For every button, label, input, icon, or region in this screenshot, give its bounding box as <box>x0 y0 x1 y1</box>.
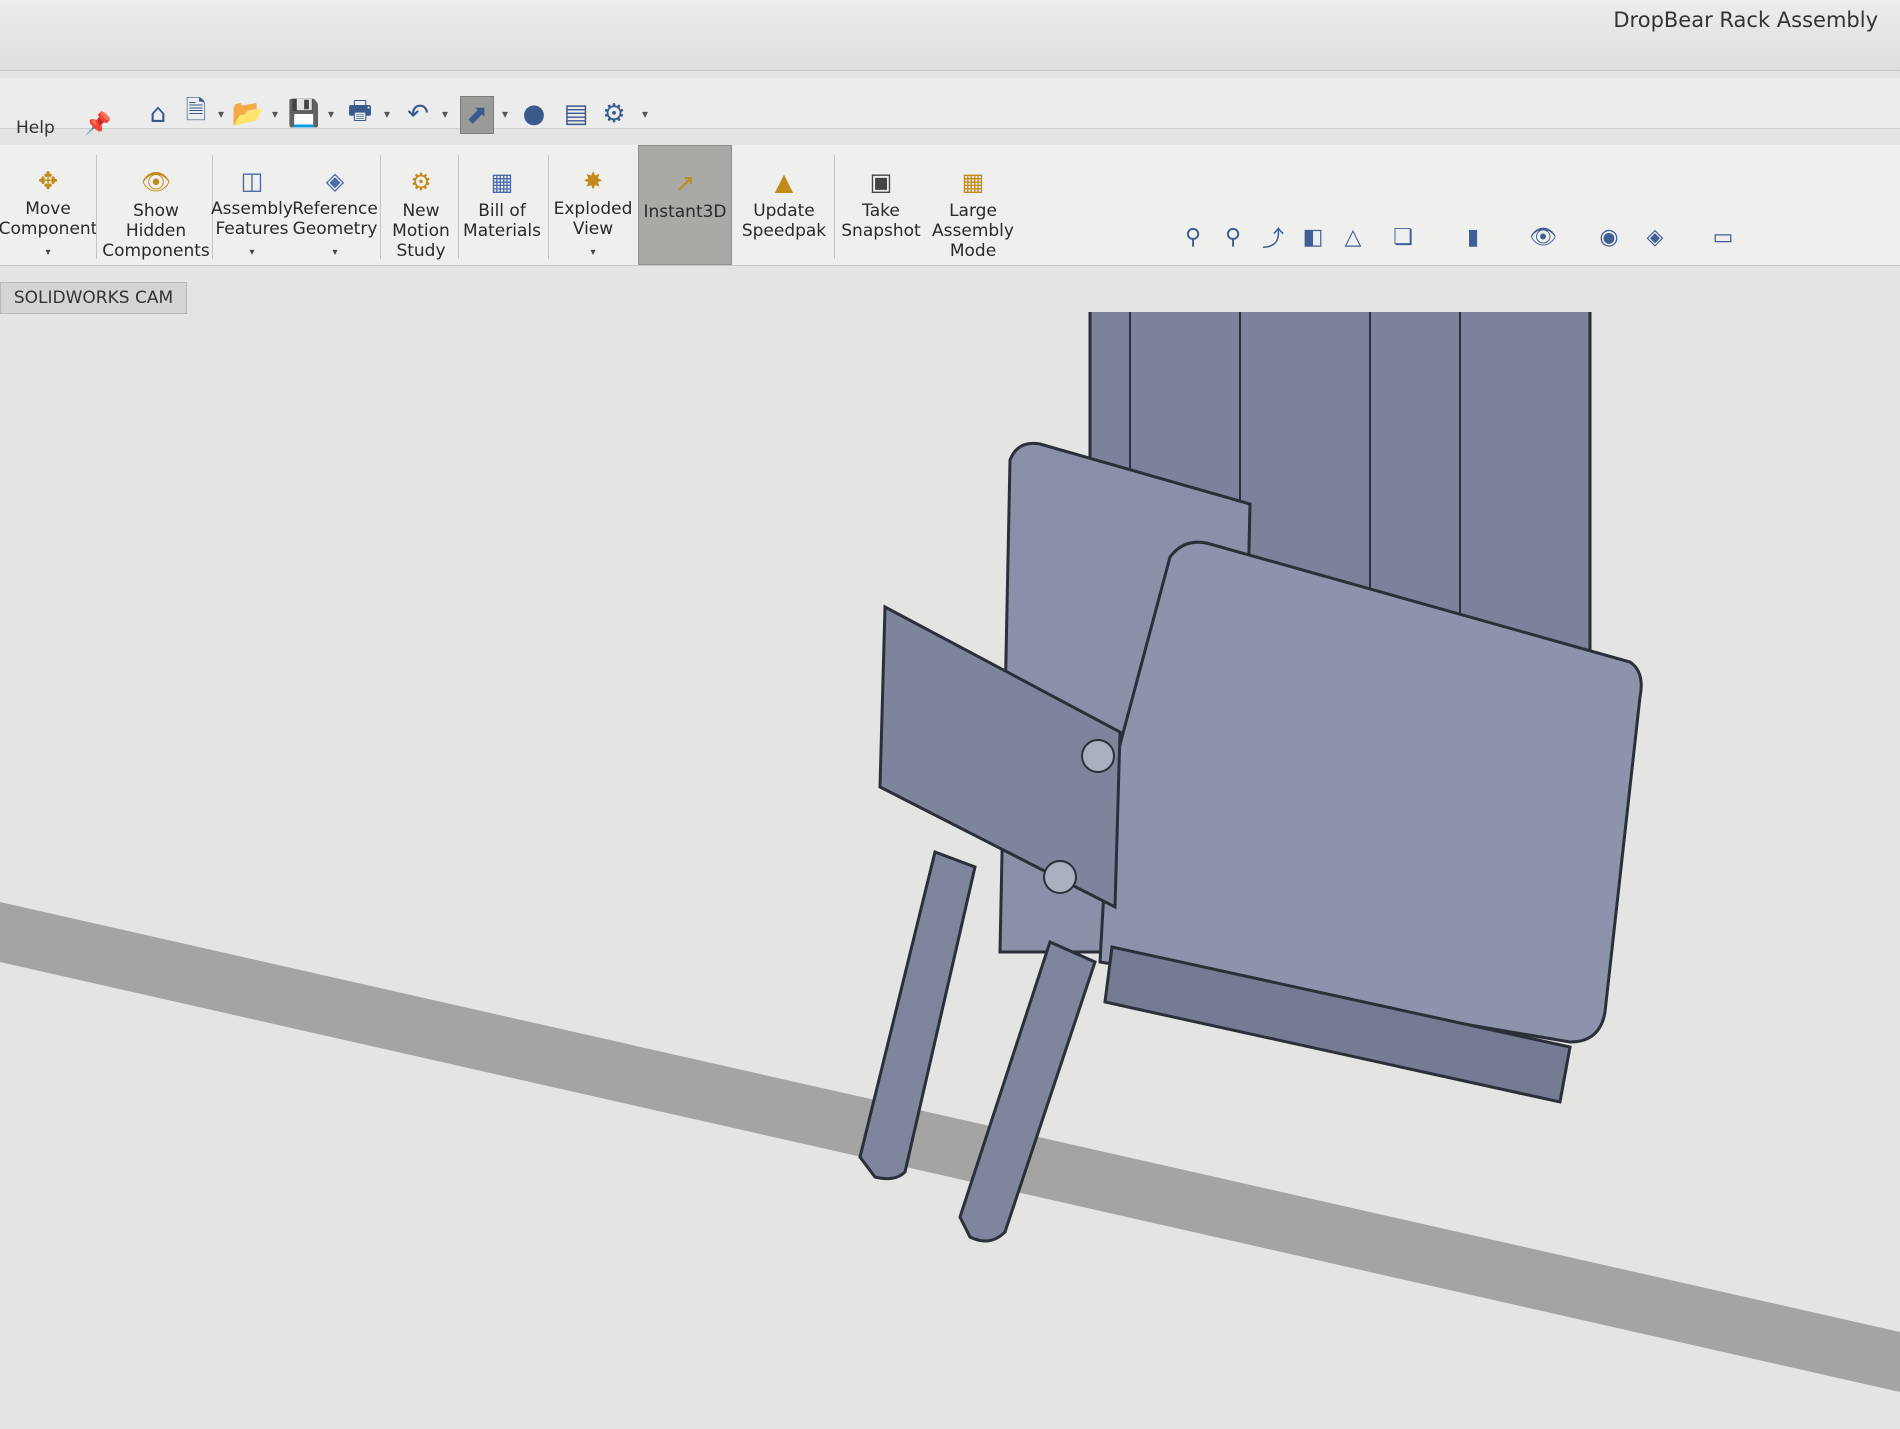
show-hidden-components-button[interactable]: 👁 Show Hidden Components <box>102 145 210 263</box>
section-view-icon[interactable]: ◧ <box>1298 222 1328 252</box>
ribbon-separator <box>548 155 549 259</box>
exploded-view-button[interactable]: ✸ Exploded View ▾ <box>553 145 633 263</box>
view-orientation-icon[interactable]: ❏ <box>1388 222 1418 252</box>
bill-of-materials-label: Bill of Materials <box>463 201 541 241</box>
undo-dropdown-icon[interactable]: ▾ <box>438 96 452 132</box>
zoom-to-fit-icon[interactable]: ⚲ <box>1178 222 1208 252</box>
view-settings-icon[interactable]: ▭ <box>1708 222 1738 252</box>
exploded-view-icon: ✸ <box>582 167 604 195</box>
reference-geometry-button[interactable]: ◈ Reference Geometry ▾ <box>292 145 378 263</box>
options-icon[interactable]: ⚙ <box>598 96 630 132</box>
profile-hole <box>1081 739 1115 773</box>
instant3d-button[interactable]: ↗ Instant3D <box>638 145 732 265</box>
assembly-features-dropdown-icon[interactable]: ▾ <box>249 243 254 263</box>
move-component-button[interactable]: ✥ Move Component ▾ <box>0 145 97 263</box>
ribbon-separator <box>380 155 381 259</box>
take-snapshot-label: Take Snapshot <box>841 201 921 241</box>
large-assembly-mode-button[interactable]: ▦ Large Assembly Mode <box>930 145 1016 263</box>
edit-appearance-icon[interactable]: ◉ <box>1594 222 1624 252</box>
assembly-features-button[interactable]: ◫ Assembly Features ▾ <box>211 145 293 263</box>
move-component-dropdown-icon[interactable]: ▾ <box>45 243 50 263</box>
tab-solidworks-cam[interactable]: SOLIDWORKS CAM <box>0 282 187 314</box>
instant3d-label: Instant3D <box>643 202 727 222</box>
home-icon[interactable]: ⌂ <box>142 96 174 132</box>
ribbon-separator <box>834 155 835 259</box>
move-component-label: Move Component <box>0 199 98 239</box>
show-hidden-icon: 👁 <box>140 168 172 196</box>
hide-show-icon[interactable]: 👁 <box>1528 222 1558 252</box>
update-speedpak-label: Update Speedpak <box>741 201 827 241</box>
new-dropdown-icon[interactable]: ▾ <box>214 96 228 132</box>
zoom-area-icon[interactable]: ⚲ <box>1218 222 1248 252</box>
undo-icon[interactable]: ↶ <box>402 96 434 132</box>
assembly-features-icon: ◫ <box>240 167 264 195</box>
exploded-view-label: Exploded View <box>553 199 633 239</box>
take-snapshot-button[interactable]: ▣ Take Snapshot <box>838 145 924 263</box>
reference-geometry-icon: ◈ <box>325 167 345 195</box>
show-hidden-label: Show Hidden Components <box>102 201 210 261</box>
update-speedpak-button[interactable]: ▲ Update Speedpak <box>738 145 830 263</box>
dynamic-annotation-icon[interactable]: △ <box>1338 222 1368 252</box>
document-title: DropBear Rack Assembly <box>1613 8 1878 32</box>
pin-icon[interactable]: 📌 <box>84 112 111 137</box>
bom-icon: ▦ <box>490 168 514 196</box>
assembly-features-label: Assembly Features <box>211 199 293 239</box>
open-icon[interactable]: 📂 <box>232 96 264 132</box>
scenes-icon[interactable]: ◈ <box>1640 222 1670 252</box>
help-menu[interactable]: Help <box>16 118 55 138</box>
file-properties-icon[interactable]: ▤ <box>560 96 592 132</box>
ribbon-separator <box>96 155 97 259</box>
exploded-view-dropdown-icon[interactable]: ▾ <box>590 243 595 263</box>
previous-view-icon[interactable]: ⤴ <box>1258 222 1288 252</box>
speedpak-icon: ▲ <box>774 168 794 196</box>
select-dropdown-icon[interactable]: ▾ <box>498 96 512 132</box>
print-dropdown-icon[interactable]: ▾ <box>380 96 394 132</box>
camera-icon: ▣ <box>869 168 893 196</box>
new-document-icon[interactable]: 🗎 <box>180 96 212 132</box>
reference-geometry-dropdown-icon[interactable]: ▾ <box>332 243 337 263</box>
rebuild-icon[interactable]: ● <box>518 96 550 132</box>
reference-geometry-label: Reference Geometry <box>292 199 378 239</box>
save-dropdown-icon[interactable]: ▾ <box>324 96 338 132</box>
instant3d-icon: ↗ <box>674 169 696 197</box>
bill-of-materials-button[interactable]: ▦ Bill of Materials <box>463 145 541 263</box>
profile-hole <box>1043 860 1077 894</box>
quick-access-toolbar <box>0 78 1900 129</box>
ribbon-separator <box>458 155 459 259</box>
title-bar: DropBear Rack Assembly <box>0 0 1900 71</box>
print-icon[interactable]: 🖶 <box>344 96 376 132</box>
display-style-icon[interactable]: ▮ <box>1458 222 1488 252</box>
large-assembly-mode-label: Large Assembly Mode <box>932 201 1014 261</box>
select-icon[interactable]: ⬈ <box>460 96 494 134</box>
assembly-model-view[interactable] <box>0 220 1900 1425</box>
graphics-area[interactable] <box>0 220 1900 1425</box>
open-dropdown-icon[interactable]: ▾ <box>268 96 282 132</box>
save-icon[interactable]: 💾 <box>288 96 320 132</box>
new-motion-study-label: New Motion Study <box>392 201 450 261</box>
motion-study-icon: ⚙ <box>410 168 432 196</box>
new-motion-study-button[interactable]: ⚙ New Motion Study <box>388 145 454 263</box>
move-component-icon: ✥ <box>37 167 59 195</box>
options-dropdown-icon[interactable]: ▾ <box>638 96 652 132</box>
large-assembly-icon: ▦ <box>961 168 985 196</box>
